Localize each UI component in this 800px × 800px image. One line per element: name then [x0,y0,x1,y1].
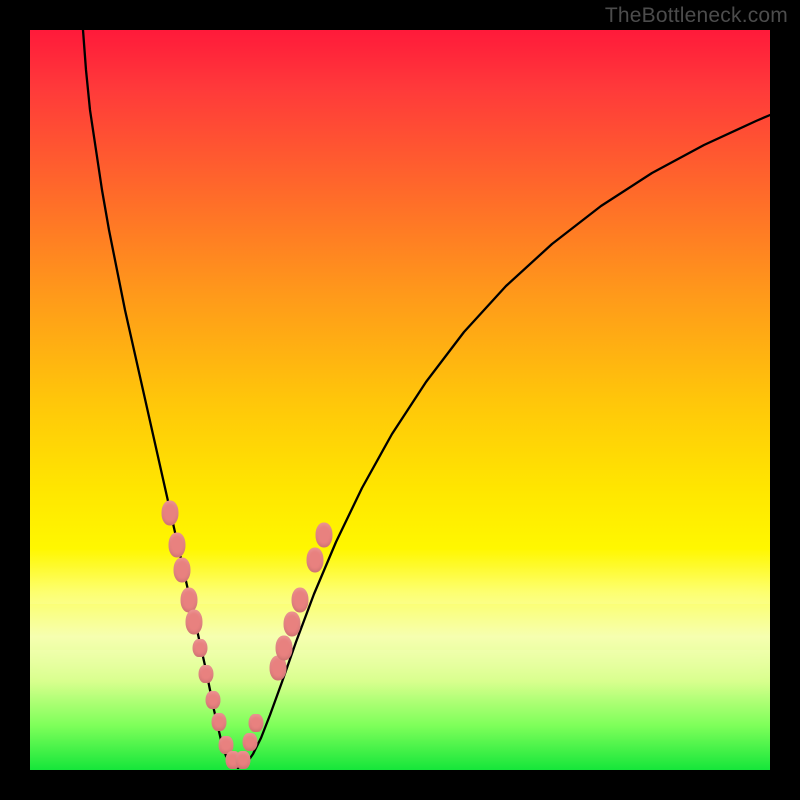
curve-marker [284,612,301,637]
curve-marker [307,548,324,573]
curve-marker [212,713,227,731]
watermark-text: TheBottleneck.com [605,4,788,28]
chart-frame: TheBottleneck.com [0,0,800,800]
plot-area [30,30,770,770]
curve-marker [243,733,258,751]
curve-marker [174,558,191,583]
curve-marker [236,751,251,769]
curve-marker [249,714,264,732]
highlighted-markers [30,30,770,770]
curve-marker [193,639,208,657]
curve-marker [162,501,179,526]
curve-marker [186,610,203,635]
curve-marker [292,588,309,613]
curve-marker [169,533,186,558]
curve-marker [199,665,214,683]
curve-marker [276,636,293,661]
curve-marker [316,523,333,548]
curve-marker [206,691,221,709]
